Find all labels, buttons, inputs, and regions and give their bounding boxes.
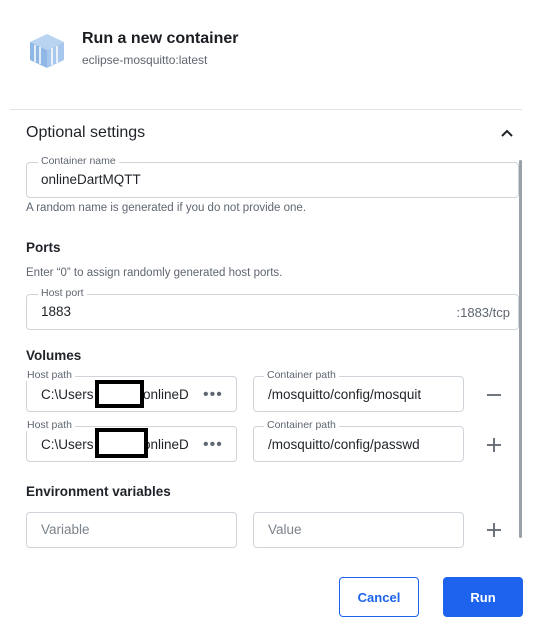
volume-container-path-label: Container path xyxy=(264,419,339,431)
redaction-box xyxy=(95,428,148,458)
add-volume-icon[interactable] xyxy=(484,435,504,455)
volume-container-path-label: Container path xyxy=(264,369,339,381)
browse-host-path-button[interactable]: ••• xyxy=(203,437,223,453)
container-name-value: onlineDartMQTT xyxy=(41,172,141,187)
env-title: Environment variables xyxy=(26,484,171,499)
container-name-field[interactable]: onlineDartMQTT xyxy=(26,162,519,198)
browse-host-path-button[interactable]: ••• xyxy=(203,387,223,403)
env-value-placeholder: Value xyxy=(268,522,302,537)
volume-host-path-label: Host path xyxy=(24,419,75,431)
panel-scrollbar[interactable] xyxy=(519,160,522,538)
host-port-label: Host port xyxy=(38,287,87,299)
optional-settings-title: Optional settings xyxy=(26,124,146,141)
container-cube-icon xyxy=(30,34,64,68)
volume-container-path-field[interactable]: /mosquitto/config/passwd xyxy=(253,426,464,462)
volumes-title: Volumes xyxy=(26,348,82,363)
volume-container-path-value: /mosquitto/config/mosquit xyxy=(268,387,422,402)
env-variable-placeholder: Variable xyxy=(41,522,90,537)
volume-host-path-suffix: onlineD xyxy=(143,387,189,402)
cancel-button[interactable]: Cancel xyxy=(339,577,419,617)
ports-title: Ports xyxy=(26,240,61,255)
optional-settings-panel: Optional settings onlineDartMQTT Contain… xyxy=(10,109,522,551)
volume-host-path-prefix: C:\Users xyxy=(41,437,94,452)
volume-container-path-value: /mosquitto/config/passwd xyxy=(268,437,420,452)
volume-host-path-prefix: C:\Users xyxy=(41,387,94,402)
container-port-suffix: :1883/tcp xyxy=(456,305,511,320)
redaction-box xyxy=(95,380,144,408)
container-name-help: A random name is generated if you do not… xyxy=(26,202,307,214)
dialog-header: Run a new container eclipse-mosquitto:la… xyxy=(26,28,526,72)
host-port-field[interactable]: 1883 :1883/tcp xyxy=(26,294,519,330)
dialog-title: Run a new container xyxy=(82,30,239,47)
remove-volume-icon[interactable] xyxy=(484,385,504,405)
volume-container-path-field[interactable]: /mosquitto/config/mosquit xyxy=(253,376,464,412)
env-variable-field[interactable]: Variable xyxy=(26,512,237,548)
container-name-label: Container name xyxy=(38,155,119,167)
run-button[interactable]: Run xyxy=(443,577,523,617)
image-name: eclipse-mosquitto:latest xyxy=(82,53,208,67)
chevron-up-icon[interactable] xyxy=(500,128,514,138)
ports-help: Enter “0” to assign randomly generated h… xyxy=(26,267,283,279)
volume-host-path-suffix: onlineD xyxy=(143,437,189,452)
host-port-value: 1883 xyxy=(41,304,72,319)
add-env-variable-icon[interactable] xyxy=(484,520,504,540)
env-value-field[interactable]: Value xyxy=(253,512,464,548)
volume-host-path-label: Host path xyxy=(24,369,75,381)
